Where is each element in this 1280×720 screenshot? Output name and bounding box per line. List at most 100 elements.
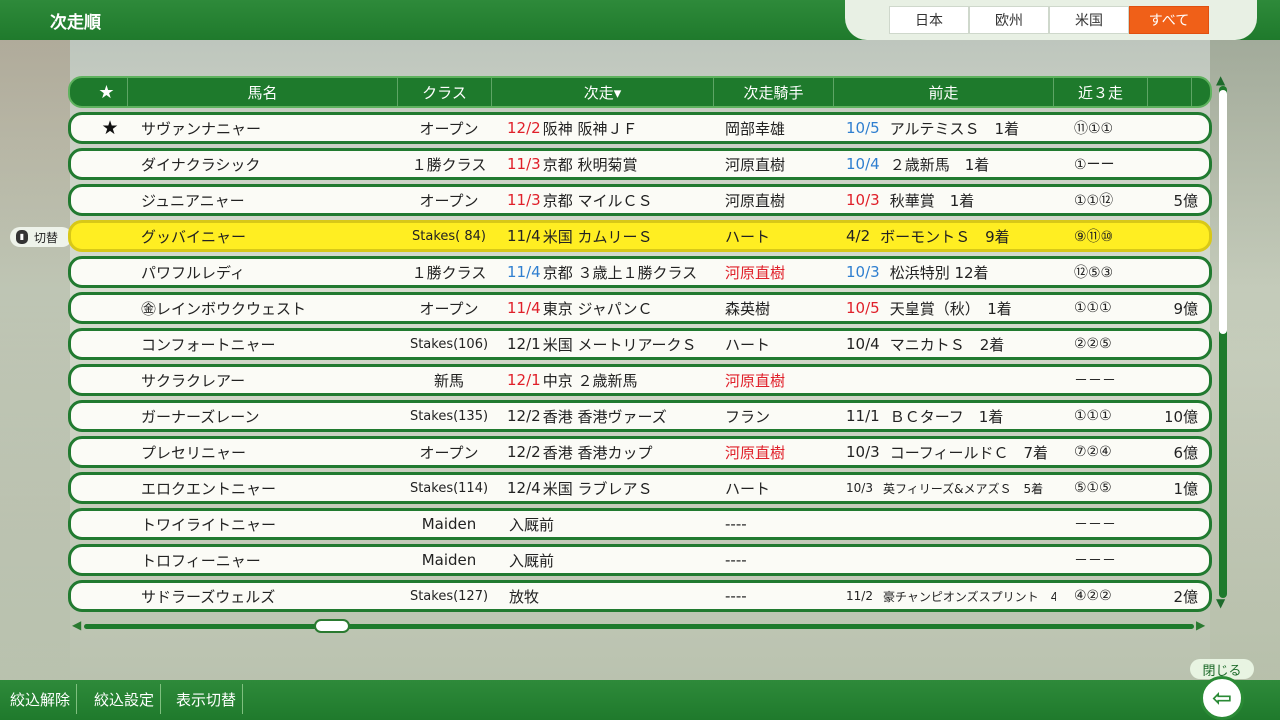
table-row[interactable]: ㊎レインボウクウェスト オープン 11/4 東京 ジャパンＣ 森英樹 10/5 天皇賞（秋）… [68, 292, 1212, 324]
next-race: 11/3 京都 秋明菊賞 [507, 151, 717, 177]
next-jockey: ---- [725, 587, 747, 605]
last-three-results: ④②② [1074, 588, 1112, 604]
table-row[interactable]: エロクエントニャー Stakes(114) 12/4 米国 ラブレアＳ ハート 10/3 英… [68, 472, 1212, 504]
header-jockey[interactable]: 次走騎手 [714, 78, 834, 106]
next-race-name: 香港 香港カップ [542, 443, 653, 462]
prize-money [1166, 367, 1198, 393]
header-next[interactable]: 次走▾ [492, 78, 714, 106]
horse-table: ★ 馬名 クラス 次走▾ 次走騎手 前走 近３走 ★ サヴァンナニャー オープン 12… [68, 76, 1212, 616]
race-class: オープン [419, 443, 479, 462]
prize-money: 9億 [1173, 299, 1198, 318]
favorite-star-icon [99, 367, 121, 393]
scroll-up-icon[interactable]: ▲ [1216, 73, 1225, 87]
table-row[interactable]: ★ サヴァンナニャー オープン 12/2 阪神 阪神ＪＦ 岡部幸雄 10/5 アルテミスＳ 1… [68, 112, 1212, 144]
previous-race-date: 10/3 [846, 191, 880, 209]
header-prev[interactable]: 前走 [834, 78, 1054, 106]
previous-race: 10/3 松浜特別 12着 [846, 259, 1056, 285]
next-race: 12/1 米国 メートリアークＳ [507, 331, 717, 357]
next-race-name: 入厩前 [509, 551, 555, 570]
favorite-star-icon [99, 151, 121, 177]
background-left [0, 40, 70, 680]
race-class: Maiden [421, 551, 477, 569]
next-race: 11/4 米国 カムリーＳ [507, 223, 717, 249]
vertical-scroll-thumb[interactable] [1219, 90, 1227, 334]
vertical-scrollbar[interactable] [1219, 86, 1227, 598]
close-button[interactable]: ⇦ [1200, 676, 1244, 720]
previous-race-date: 10/3 [846, 481, 873, 495]
table-row[interactable]: グッバイニャー Stakes( 84) 11/4 米国 カムリーＳ ハート 4/2 ボーモ… [68, 220, 1212, 252]
next-race-name: 香港 香港ヴァーズ [542, 407, 667, 426]
header-class[interactable]: クラス [398, 78, 492, 106]
table-row[interactable]: ガーナーズレーン Stakes(135) 12/2 香港 香港ヴァーズ フラン 11/1 Ｂ… [68, 400, 1212, 432]
horse-name: サクラクレアー [141, 371, 246, 390]
header-name[interactable]: 馬名 [128, 78, 398, 106]
previous-race-date: 11/2 [846, 589, 873, 603]
filter-settings-button[interactable]: 絞込設定 [88, 684, 162, 714]
table-row[interactable]: サクラクレアー 新馬 12/1 中京 ２歳新馬 河原直樹 －－－ [68, 364, 1212, 396]
next-jockey: 河原直樹 [725, 371, 786, 390]
table-row[interactable]: コンフォートニャー Stakes(106) 12/1 米国 メートリアークＳ ハート 10… [68, 328, 1212, 360]
switch-button[interactable]: ▮ 切替 [10, 227, 72, 247]
scroll-down-icon[interactable]: ▼ [1216, 596, 1225, 610]
horse-name: ジュニアニャー [141, 191, 245, 210]
display-toggle-button[interactable]: 表示切替 [170, 684, 244, 714]
previous-race [846, 511, 1056, 537]
previous-race-date: 4/2 [846, 227, 871, 245]
race-class: オープン [419, 191, 479, 210]
prize-money [1166, 223, 1198, 249]
scroll-left-icon[interactable]: ◀ [72, 618, 81, 632]
next-race-date: 11/3 [507, 191, 541, 209]
favorite-star-icon [99, 331, 121, 357]
favorite-star-icon [99, 511, 121, 537]
next-race-name: 中京 ２歳新馬 [542, 371, 638, 390]
tab-japan[interactable]: 日本 [889, 6, 969, 34]
header-star[interactable]: ★ [86, 78, 128, 106]
next-race-date: 11/4 [507, 263, 541, 281]
table-row[interactable]: ジュニアニャー オープン 11/3 京都 マイルＣＳ 河原直樹 10/3 秋華賞 1着 ①①⑫… [68, 184, 1212, 216]
favorite-star-icon [99, 223, 121, 249]
next-race: 入厩前 [507, 547, 717, 573]
scroll-right-icon[interactable]: ▶ [1196, 618, 1205, 632]
next-jockey: 岡部幸雄 [725, 119, 786, 138]
next-race-date: 11/4 [507, 227, 541, 245]
next-jockey: 河原直樹 [725, 263, 786, 282]
page-title: 次走順 [50, 13, 101, 33]
table-row[interactable]: ダイナクラシック １勝クラス 11/3 京都 秋明菊賞 河原直樹 10/4 ２歳新馬 1着 ①… [68, 148, 1212, 180]
region-tabs: 日本 欧州 米国 すべて [845, 0, 1257, 40]
prize-money: 1億 [1173, 479, 1198, 498]
next-race-name: 放牧 [509, 587, 540, 606]
horse-name: ダイナクラシック [141, 155, 261, 174]
next-jockey: ハート [725, 479, 771, 498]
next-jockey: ---- [725, 551, 747, 569]
table-row[interactable]: サドラーズウェルズ Stakes(127) 放牧 ---- 11/2 豪チャンピオンズスプ… [68, 580, 1212, 612]
next-race: 11/3 京都 マイルＣＳ [507, 187, 717, 213]
clear-filter-button[interactable]: 絞込解除 [4, 684, 78, 714]
horizontal-scrollbar[interactable] [84, 624, 1194, 629]
favorite-star-icon [99, 187, 121, 213]
table-row[interactable]: トロフィーニャー Maiden 入厩前 ---- －－－ [68, 544, 1212, 576]
last-three-results: ①①① [1074, 408, 1112, 424]
previous-race: 10/4 ２歳新馬 1着 [846, 151, 1056, 177]
previous-race [846, 367, 1056, 393]
tab-usa[interactable]: 米国 [1049, 6, 1129, 34]
previous-race-date: 10/4 [846, 155, 880, 173]
last-three-results: ⑦②④ [1074, 444, 1112, 460]
horizontal-scroll-thumb[interactable] [314, 619, 350, 633]
table-row[interactable]: トワイライトニャー Maiden 入厩前 ---- －－－ [68, 508, 1212, 540]
table-row[interactable]: パワフルレディ １勝クラス 11/4 京都 ３歳上１勝クラス 河原直樹 10/3 松浜特別 … [68, 256, 1212, 288]
race-class: Maiden [421, 515, 477, 533]
previous-race: 10/3 コーフィールドＣ 7着 [846, 439, 1056, 465]
tab-all[interactable]: すべて [1129, 6, 1209, 34]
next-race: 12/1 中京 ２歳新馬 [507, 367, 717, 393]
header-last3[interactable]: 近３走 [1054, 78, 1148, 106]
last-three-results: ⑪①① [1074, 121, 1114, 137]
next-jockey: 森英樹 [725, 299, 771, 318]
previous-race-result: ボーモントＳ 9着 [880, 227, 1010, 246]
race-class: Stakes(114) [409, 480, 489, 496]
next-race: 入厩前 [507, 511, 717, 537]
next-race-name: 京都 マイルＣＳ [542, 191, 653, 210]
next-race: 放牧 [507, 583, 717, 609]
prize-money: 6億 [1173, 443, 1198, 462]
table-row[interactable]: プレセリニャー オープン 12/2 香港 香港カップ 河原直樹 10/3 コーフィールドＣ … [68, 436, 1212, 468]
tab-europe[interactable]: 欧州 [969, 6, 1049, 34]
